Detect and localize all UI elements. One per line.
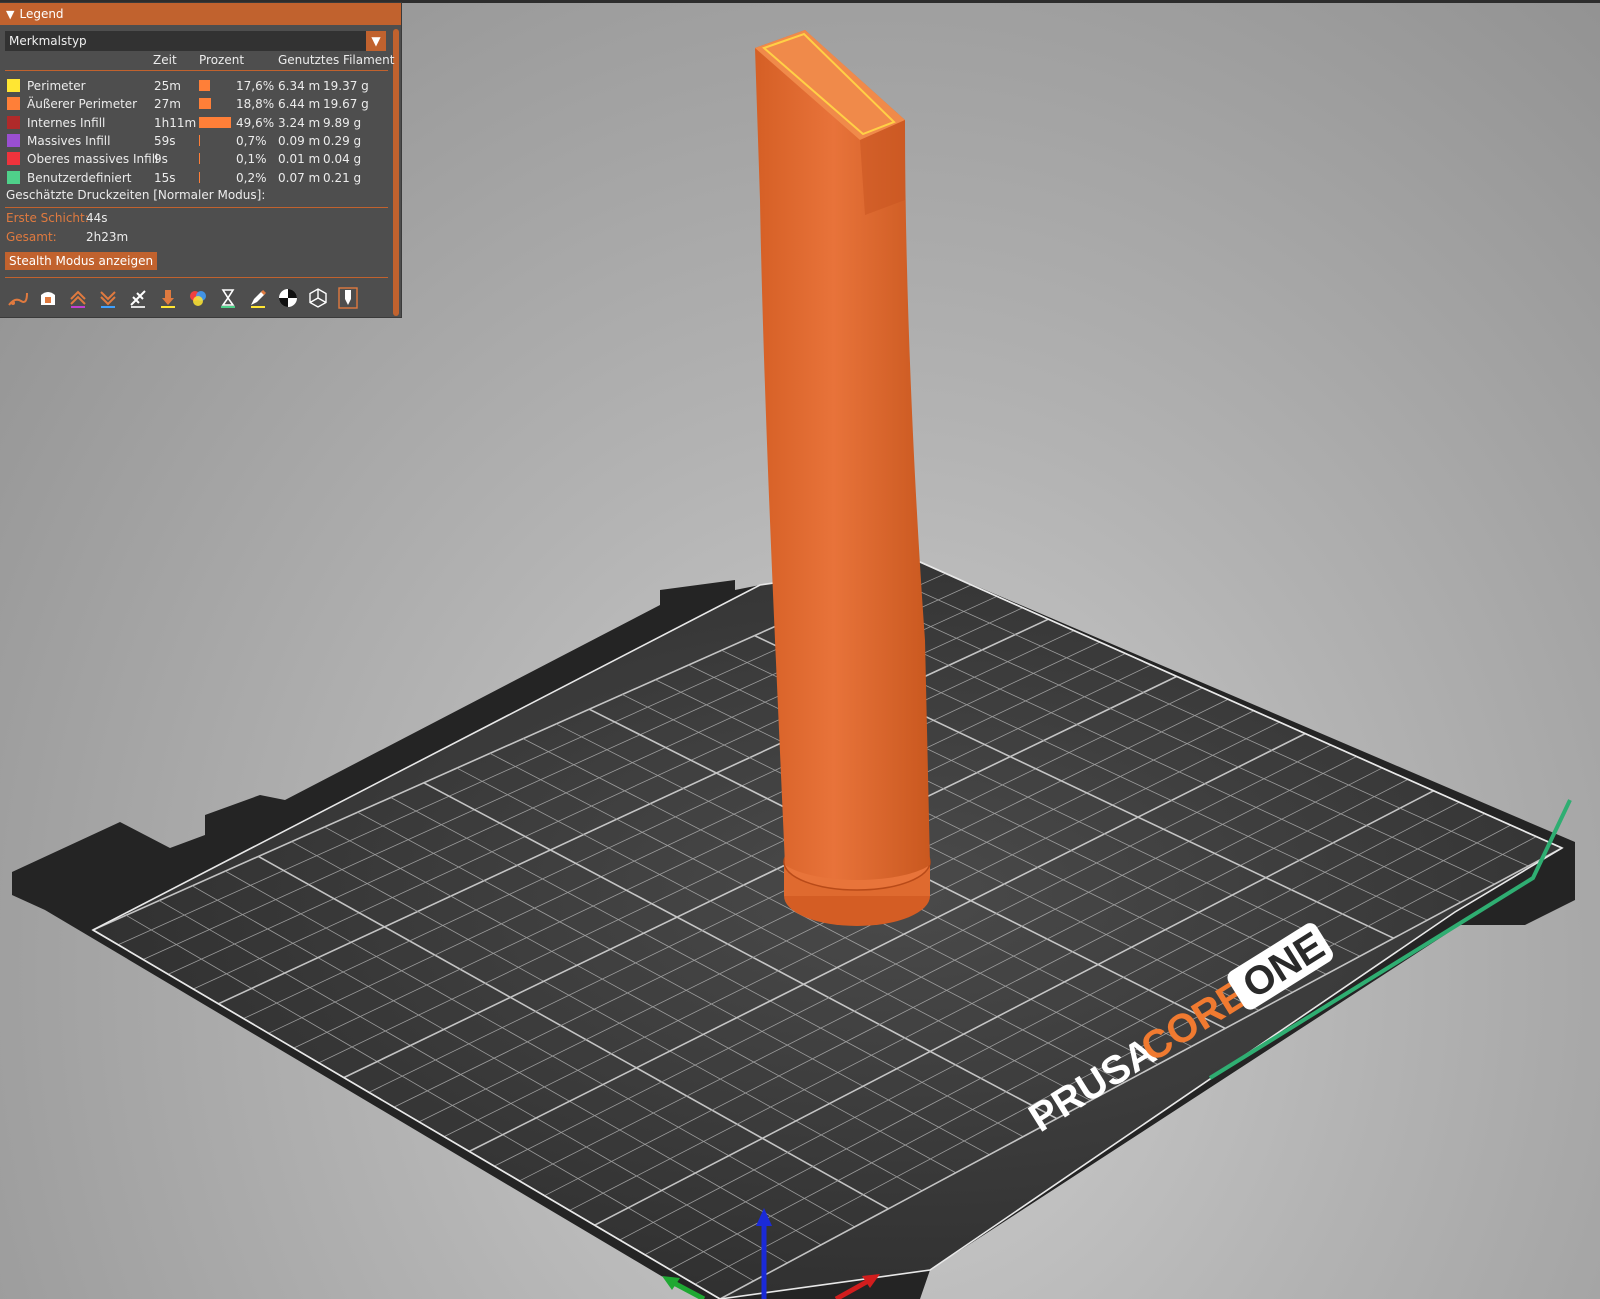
feature-label: Internes Infill — [27, 115, 106, 130]
percent-bar — [199, 116, 231, 128]
deretractions-icon[interactable] — [95, 285, 121, 311]
feature-percent: 0,1% — [236, 152, 267, 167]
column-header-filament: Genutztes Filament — [278, 53, 395, 67]
tool-marker-icon[interactable] — [335, 285, 361, 311]
legend-panel: ▼ Legend Merkmalstyp ▼ Zeit Prozent Genu… — [0, 3, 401, 317]
color-swatch — [7, 115, 20, 129]
color-swatch — [7, 79, 20, 92]
feature-label: Massives Infill — [27, 133, 111, 148]
wipe-icon[interactable] — [35, 285, 61, 311]
feature-percent: 0,2% — [236, 170, 267, 185]
dropdown-arrow-icon[interactable]: ▼ — [366, 31, 386, 51]
feature-percent: 49,6% — [236, 115, 275, 130]
feature-percent: 17,6% — [236, 79, 275, 93]
view-type-value: Merkmalstyp — [9, 34, 87, 48]
feature-label: Oberes massives Infill — [27, 152, 159, 167]
feature-weight: 0.04 g — [323, 152, 362, 167]
tool-changes-icon[interactable] — [155, 285, 181, 311]
feature-length: 6.34 m — [278, 79, 321, 93]
feature-length: 3.24 m — [278, 115, 321, 130]
legend-toolbar — [5, 285, 361, 311]
seams-icon[interactable] — [125, 285, 151, 311]
center-of-gravity-icon[interactable] — [275, 285, 301, 311]
feature-weight: 19.67 g — [323, 97, 369, 112]
percent-bar — [199, 80, 211, 91]
first-layer-label: Erste Schicht: — [6, 211, 89, 225]
feature-label: Benutzerdefiniert — [27, 170, 132, 185]
estimated-times-title: Geschätzte Druckzeiten [Normaler Modus]: — [6, 188, 266, 202]
feature-weight: 0.29 g — [323, 133, 362, 148]
stealth-mode-button[interactable]: Stealth Modus anzeigen — [5, 252, 158, 270]
feature-time: 9s — [154, 152, 168, 167]
feature-weight: 19.37 g — [323, 79, 369, 93]
column-header-time: Zeit — [153, 53, 177, 67]
feature-label: Äußerer Perimeter — [27, 97, 138, 112]
feature-time: 25m — [154, 79, 181, 93]
feature-label: Perimeter — [27, 79, 86, 93]
feature-percent: 0,7% — [236, 133, 267, 148]
feature-length: 0.07 m — [278, 170, 321, 185]
retractions-icon[interactable] — [65, 285, 91, 311]
legend-scrollbar[interactable] — [393, 29, 399, 316]
legend-header[interactable]: ▼ Legend — [0, 3, 401, 25]
total-label: Gesamt: — [6, 230, 57, 244]
feature-time: 15s — [154, 170, 176, 185]
feature-row[interactable]: Äußerer Perimeter 27m 18,8% 6.44 m 19.67 g — [0, 95, 390, 113]
shells-icon[interactable] — [305, 285, 331, 311]
feature-percent: 18,8% — [236, 97, 275, 112]
feature-length: 0.09 m — [278, 133, 321, 148]
feature-weight: 0.21 g — [323, 170, 362, 185]
feature-length: 0.01 m — [278, 152, 321, 167]
feature-length: 6.44 m — [278, 97, 321, 112]
feature-time: 1h11m — [154, 115, 197, 130]
custom-gcode-icon[interactable] — [245, 285, 271, 311]
feature-row[interactable]: Oberes massives Infill 9s 0,1% 0.01 m 0.04 g — [0, 150, 390, 168]
feature-row[interactable]: Internes Infill 1h11m 49,6% 3.24 m 9.89 g — [0, 114, 390, 132]
feature-row[interactable]: Perimeter 25m 17,6% 6.34 m 19.37 g — [0, 77, 390, 95]
total-value: 2h23m — [86, 230, 129, 244]
feature-row[interactable]: Benutzerdefiniert 15s 0,2% 0.07 m 0.21 g — [0, 169, 390, 187]
travel-icon[interactable] — [5, 285, 31, 311]
feature-row[interactable]: Massives Infill 59s 0,7% 0.09 m 0.29 g — [0, 132, 390, 150]
column-header-percent: Prozent — [199, 53, 245, 67]
color-changes-icon[interactable] — [185, 285, 211, 311]
color-swatch — [7, 170, 20, 184]
percent-bar — [199, 134, 200, 146]
pause-icon[interactable] — [215, 285, 241, 311]
header-divider — [5, 70, 388, 71]
percent-bar — [199, 98, 212, 110]
color-swatch — [7, 97, 20, 111]
feature-time: 59s — [154, 133, 176, 148]
times-divider — [5, 207, 388, 208]
percent-bar — [199, 153, 200, 165]
view-type-select[interactable]: Merkmalstyp ▼ — [5, 31, 386, 51]
feature-weight: 9.89 g — [323, 115, 362, 130]
percent-bar — [199, 171, 200, 183]
first-layer-value: 44s — [86, 211, 108, 225]
color-swatch — [7, 152, 20, 166]
toolbar-divider — [5, 277, 388, 278]
feature-time: 27m — [154, 97, 181, 112]
legend-title: Legend — [19, 7, 64, 21]
collapse-triangle-icon[interactable]: ▼ — [6, 8, 14, 21]
color-swatch — [7, 133, 20, 147]
